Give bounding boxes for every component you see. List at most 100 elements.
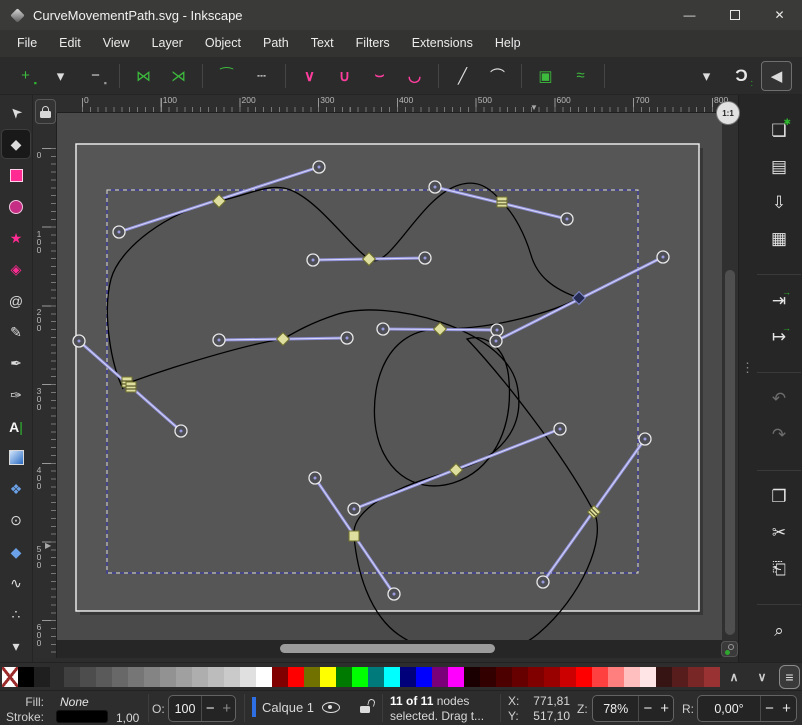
opacity-increase-button[interactable]: +	[219, 700, 236, 717]
delete-segment-button[interactable]: ┄	[246, 61, 277, 91]
guides-lock-button[interactable]	[35, 99, 56, 124]
current-layer-name[interactable]: Calque 1	[262, 700, 314, 715]
tool-rectangle[interactable]	[2, 162, 30, 189]
palette-swatch[interactable]	[256, 667, 272, 687]
palette-swatch[interactable]	[160, 667, 176, 687]
stroke-width-value[interactable]: 1,00	[116, 711, 139, 725]
menu-edit[interactable]: Edit	[48, 30, 92, 57]
open-document-button[interactable]: ▤	[765, 153, 793, 181]
palette-swatch[interactable]	[112, 667, 128, 687]
horizontal-scrollbar-thumb[interactable]	[280, 644, 495, 653]
menu-help[interactable]: Help	[484, 30, 532, 57]
menu-file[interactable]: File	[6, 30, 48, 57]
path-node[interactable]	[349, 531, 359, 541]
collapse-dock-button[interactable]: ◀	[761, 61, 792, 91]
fill-value[interactable]: None	[60, 695, 89, 709]
palette-swatch[interactable]	[624, 667, 640, 687]
make-line-button[interactable]: ╱	[447, 61, 478, 91]
palette-swatch[interactable]	[608, 667, 624, 687]
cut-button[interactable]: ✂	[765, 519, 793, 547]
palette-swatch[interactable]	[336, 667, 352, 687]
tool-star[interactable]: ★	[2, 225, 30, 252]
paste-button[interactable]: ⎗	[765, 555, 793, 583]
rotation-increase-button[interactable]: +	[778, 700, 795, 717]
palette-swatch[interactable]	[688, 667, 704, 687]
undo-button[interactable]: ↶	[765, 385, 793, 413]
tool-spiral[interactable]: @	[2, 287, 30, 314]
menu-object[interactable]: Object	[194, 30, 252, 57]
redo-button[interactable]: ↷	[765, 421, 793, 449]
break-nodes-button[interactable]: ⋊	[163, 61, 194, 91]
palette-swatch[interactable]	[18, 667, 34, 687]
layer-lock-icon[interactable]	[360, 699, 372, 713]
menu-layer[interactable]: Layer	[141, 30, 194, 57]
palette-swatch[interactable]	[576, 667, 592, 687]
maximize-button[interactable]	[712, 0, 757, 30]
palette-swatch[interactable]	[384, 667, 400, 687]
palette-swatch[interactable]	[320, 667, 336, 687]
delete-node-button[interactable]: −▪	[80, 61, 111, 91]
tool-gradient[interactable]	[2, 444, 30, 471]
palette-swatch[interactable]	[64, 667, 80, 687]
join-with-segment-button[interactable]: ⁀	[211, 61, 242, 91]
tool-3d-box[interactable]: ◈	[2, 256, 30, 283]
path-node[interactable]	[126, 382, 136, 392]
zoom-value[interactable]: 78%	[593, 702, 638, 716]
palette-swatch[interactable]	[128, 667, 144, 687]
zoom-to-selection-button[interactable]: ⌕	[765, 617, 793, 645]
opacity-value[interactable]: 100	[169, 702, 201, 716]
duplicate-button[interactable]: ❐	[765, 483, 793, 511]
vertical-ruler[interactable]: 0100200300400500600▶	[33, 113, 57, 658]
tool-dropper[interactable]: ⊙	[2, 507, 30, 534]
make-curve-button[interactable]: ⌒	[482, 61, 513, 91]
tool-mesh-gradient[interactable]: ❖	[2, 476, 30, 503]
tool-pen[interactable]: ✒	[2, 350, 30, 377]
horizontal-scrollbar[interactable]	[57, 640, 722, 658]
palette-swatch[interactable]	[192, 667, 208, 687]
new-document-button[interactable]: ❏✱	[765, 117, 793, 145]
import-image-button[interactable]: ⇥→	[765, 287, 793, 315]
palette-swatch[interactable]	[480, 667, 496, 687]
palette-swatch[interactable]	[512, 667, 528, 687]
toolbar-overflow-button[interactable]: ▾	[691, 61, 722, 91]
enable-snapping-button[interactable]: Ɔ:	[726, 61, 757, 91]
palette-swatch[interactable]	[80, 667, 96, 687]
menu-text[interactable]: Text	[300, 30, 345, 57]
palette-swatch[interactable]	[704, 667, 720, 687]
palette-swatch[interactable]	[224, 667, 240, 687]
toolbox-overflow[interactable]: ▾	[2, 633, 30, 660]
palette-swatch[interactable]	[432, 667, 448, 687]
palette-swatch[interactable]	[352, 667, 368, 687]
tool-calligraphy[interactable]: ✑	[2, 382, 30, 409]
tool-ellipse[interactable]	[2, 193, 30, 220]
tool-text[interactable]: A|	[2, 413, 30, 440]
zoom-ratio-badge[interactable]: 1:1	[716, 101, 740, 125]
palette-swatch[interactable]	[34, 667, 50, 687]
palette-swatch[interactable]	[304, 667, 320, 687]
palette-swatch[interactable]	[528, 667, 544, 687]
menu-view[interactable]: View	[92, 30, 141, 57]
palette-swatch[interactable]	[544, 667, 560, 687]
export-image-button[interactable]: ↦→	[765, 323, 793, 351]
color-managed-mode-toggle[interactable]	[721, 641, 738, 657]
palette-swatch[interactable]	[592, 667, 608, 687]
palette-menu-button[interactable]: ≡	[779, 665, 800, 689]
horizontal-ruler[interactable]: 0100200300400500600700800▼	[57, 95, 722, 113]
drawing-canvas[interactable]	[57, 113, 722, 640]
palette-swatch[interactable]	[448, 667, 464, 687]
menu-path[interactable]: Path	[252, 30, 300, 57]
palette-swatch[interactable]	[144, 667, 160, 687]
tool-node-editor[interactable]: ◆	[2, 130, 30, 157]
zoom-increase-button[interactable]: +	[656, 700, 673, 717]
palette-swatch[interactable]	[560, 667, 576, 687]
tool-selector[interactable]: ➤	[2, 99, 30, 126]
make-corner-button[interactable]: ∨	[294, 61, 325, 91]
rotation-value[interactable]: 0,00°	[698, 702, 760, 716]
make-smooth-button[interactable]: ∪	[329, 61, 360, 91]
palette-swatch[interactable]	[656, 667, 672, 687]
palette-scroll-up-button[interactable]: ∧	[722, 666, 746, 688]
layer-visibility-eye-icon[interactable]	[322, 702, 340, 713]
join-nodes-button[interactable]: ⋈	[128, 61, 159, 91]
canvas-svg[interactable]	[57, 113, 722, 640]
palette-swatch-none[interactable]	[2, 667, 18, 687]
